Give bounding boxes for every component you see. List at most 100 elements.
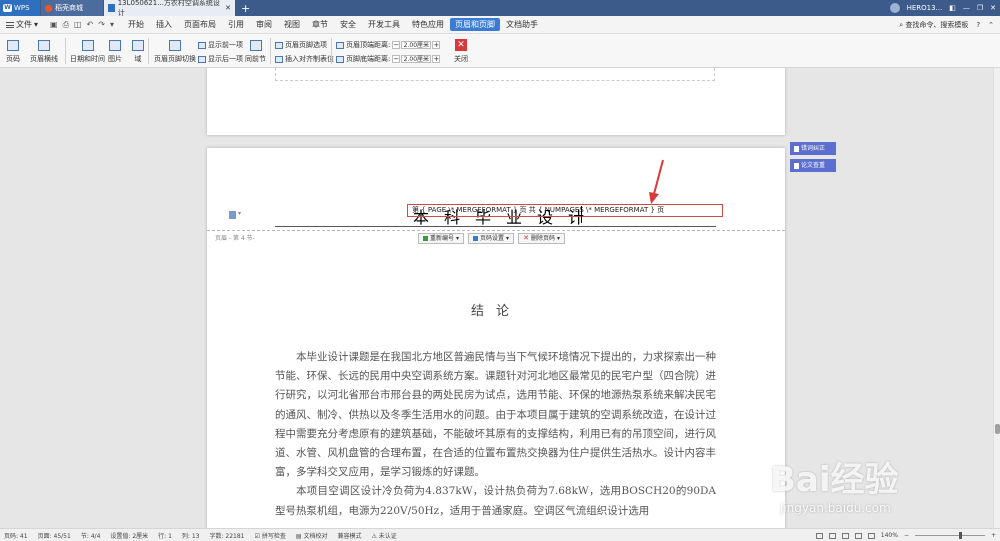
preview-icon[interactable]: ◫ <box>74 20 82 30</box>
status-column: 列: 13 <box>181 532 200 540</box>
menu-doc-assistant[interactable]: 文档助手 <box>500 16 544 34</box>
print-icon[interactable]: ⎙ <box>63 20 69 30</box>
maximize-icon[interactable]: ❐ <box>977 4 983 12</box>
menu-header-footer[interactable]: 页眉和页脚 <box>449 17 500 31</box>
chevron-down-icon: ▾ <box>34 20 39 29</box>
body-text[interactable]: 本毕业设计课题是在我国北方地区普遍民情与当下气候环境情况下提出的，力求探索出一种… <box>275 348 716 521</box>
search-command[interactable]: ⌕ 查找命令、搜索模板 <box>899 20 968 30</box>
outline-view-icon[interactable] <box>841 532 849 539</box>
user-name[interactable]: HERO13... <box>907 4 943 12</box>
show-next-button[interactable]: 显示后一项 <box>198 54 243 64</box>
tab-document[interactable]: 13L050621...方农村空调系统设计 ✕ <box>104 0 235 17</box>
header-border-icon <box>38 40 50 51</box>
decrement-button[interactable]: − <box>392 55 401 63</box>
web-view-icon[interactable] <box>854 532 862 539</box>
page-number-button[interactable]: 页码 <box>6 40 20 64</box>
menu-features[interactable]: 特色应用 <box>406 16 450 34</box>
doc-proofread-button[interactable]: ▤ 文档校对 <box>296 531 328 540</box>
unauth-status[interactable]: ⚠ 未认证 <box>371 531 396 540</box>
current-page[interactable]: ▾ 本科毕业设计 第 { PAGE \* MERGEFORMAT } 页 共 {… <box>207 148 785 528</box>
file-menu-button[interactable]: 文件 ▾ <box>0 19 44 30</box>
header-border-button[interactable]: 页眉横线 <box>30 40 58 64</box>
same-as-prev-button[interactable]: 同前节 <box>245 40 266 64</box>
switch-icon <box>169 40 181 51</box>
menu-insert[interactable]: 插入 <box>150 16 178 34</box>
text-cursor <box>581 206 582 223</box>
status-word-count[interactable]: 字数: 22181 <box>209 531 244 540</box>
page-field-code[interactable]: 第 { PAGE \* MERGEFORMAT } 页 共 { NUMPAGES… <box>407 204 723 217</box>
eye-protection-icon[interactable] <box>867 532 875 539</box>
page-settings-label: 页码设置 <box>480 235 505 242</box>
increment-button[interactable]: + <box>432 55 441 63</box>
tab-docer-store[interactable]: 稻壳商城 <box>41 0 103 16</box>
more-icon[interactable]: ▾ <box>110 20 114 30</box>
vertical-scrollbar[interactable] <box>993 68 1000 528</box>
menu-right: ⌕ 查找命令、搜索模板 ? ⌃ <box>899 16 994 34</box>
previous-page[interactable] <box>207 68 785 135</box>
zoom-in-button[interactable]: + <box>991 532 996 539</box>
date-time-button[interactable]: 日期和时间 <box>70 40 105 64</box>
minimize-icon[interactable]: — <box>963 4 970 12</box>
header-underline <box>275 226 716 227</box>
menu-home[interactable]: 开始 <box>122 16 150 34</box>
footer-bottom-distance-value[interactable]: 2.00厘米 <box>401 55 432 63</box>
help-button[interactable]: ? <box>976 21 980 29</box>
header-top-distance-value[interactable]: 2.00厘米 <box>401 41 432 49</box>
chevron-down-icon[interactable]: ▾ <box>238 210 241 217</box>
page-view-icon[interactable] <box>815 532 823 539</box>
zoom-slider[interactable] <box>914 532 985 539</box>
menu-security[interactable]: 安全 <box>334 16 362 34</box>
save-icon[interactable]: ▣ <box>50 20 58 30</box>
warning-icon: ⚠ <box>371 532 377 540</box>
menu-sections[interactable]: 章节 <box>306 16 334 34</box>
status-page[interactable]: 页面: 45/51 <box>38 531 71 540</box>
page-settings-button[interactable]: 页码设置 ▾ <box>468 233 515 244</box>
close-header-footer-button[interactable]: ✕ 关闭 <box>454 39 468 64</box>
menu-developer[interactable]: 开发工具 <box>362 16 406 34</box>
view-controls: 140% − + <box>815 529 996 541</box>
close-tab-icon[interactable]: ✕ <box>225 4 231 12</box>
close-window-icon[interactable]: ✕ <box>990 4 996 12</box>
renumber-button[interactable]: 重新编号 ▾ <box>418 233 465 244</box>
status-page-number[interactable]: 页码: 41 <box>4 531 28 540</box>
plagiarism-check-button[interactable]: 论文查重 <box>790 159 836 172</box>
avatar[interactable] <box>889 3 900 13</box>
picture-button[interactable]: 图片 <box>108 40 122 64</box>
delete-page-number-button[interactable]: ✕ 删除页码 ▾ <box>518 233 565 244</box>
date-time-label: 日期和时间 <box>70 55 105 63</box>
collapse-ribbon-icon[interactable]: ⌃ <box>988 21 994 29</box>
spell-check-button[interactable]: ☑ 拼写检查 <box>255 531 286 540</box>
status-section: 节: 4/4 <box>80 532 101 540</box>
zoom-level[interactable]: 140% <box>881 532 898 539</box>
menu-tabs: 开始 插入 页面布局 引用 审阅 视图 章节 安全 开发工具 特色应用 页眉和页… <box>122 16 544 34</box>
chevron-down-icon: ▾ <box>556 235 560 242</box>
zoom-out-button[interactable]: − <box>904 532 909 539</box>
zoom-slider-knob[interactable] <box>958 532 962 539</box>
insert-align-tab-button[interactable]: 插入对齐制表位 <box>275 54 334 64</box>
menu-view[interactable]: 视图 <box>278 16 306 34</box>
read-view-icon[interactable] <box>828 532 836 539</box>
menu-references[interactable]: 引用 <box>222 16 250 34</box>
switch-header-footer-button[interactable]: 页眉页脚切换 <box>154 40 196 64</box>
undo-icon[interactable]: ↶ <box>87 20 94 30</box>
skin-icon[interactable]: ◧ <box>949 4 956 12</box>
footer-bottom-distance-stepper[interactable]: − 2.00厘米 + <box>392 55 441 63</box>
tab-label: 稻壳商城 <box>55 4 83 12</box>
increment-button[interactable]: + <box>432 41 441 49</box>
header-top-distance-stepper[interactable]: − 2.00厘米 + <box>392 41 441 49</box>
calendar-icon <box>81 40 94 51</box>
proofread-button[interactable]: 错词纠正 <box>790 142 836 155</box>
plagiarism-label: 论文查重 <box>801 162 826 169</box>
field-button[interactable]: 域 <box>132 40 144 64</box>
align-tab-icon <box>275 55 283 63</box>
show-prev-button[interactable]: 显示前一项 <box>198 40 243 50</box>
redo-icon[interactable]: ↷ <box>98 20 105 30</box>
header-footer-options-button[interactable]: 页眉页脚选项 <box>275 40 327 50</box>
scrollbar-thumb[interactable] <box>995 424 1000 434</box>
add-tab-button[interactable]: + <box>241 2 250 15</box>
menu-review[interactable]: 审阅 <box>250 16 278 34</box>
decrement-button[interactable]: − <box>392 41 401 49</box>
wps-menu-button[interactable]: W WPS <box>0 0 40 16</box>
header-options-icon[interactable] <box>229 211 236 219</box>
menu-page-layout[interactable]: 页面布局 <box>178 16 222 34</box>
